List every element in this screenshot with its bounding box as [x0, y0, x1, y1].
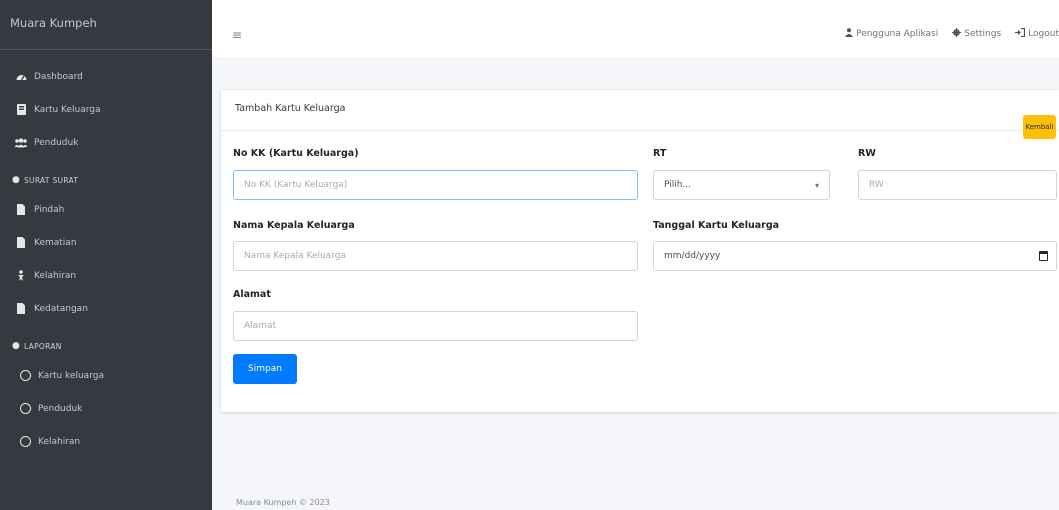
section-header-surat: ● SURAT SURAT [12, 175, 79, 185]
user-icon [845, 28, 854, 40]
section-header-laporan: ● LAPORAN [12, 341, 62, 351]
sidebar-item-laporan-kartu-keluarga[interactable]: Kartu keluarga [0, 359, 212, 392]
alamat-label: Alamat [233, 289, 271, 300]
sidebar-item-label: Kelahiran [34, 270, 77, 281]
topbar-links: Pengguna Aplikasi Settings Logout [845, 27, 1059, 40]
circle-icon [18, 436, 32, 448]
gear-icon [952, 28, 962, 40]
user-link[interactable]: Pengguna Aplikasi [845, 28, 938, 40]
logout-link[interactable]: Logout [1015, 27, 1059, 40]
brand-title[interactable]: Muara Kumpeh [0, 0, 212, 50]
envelope-icon: ● [12, 175, 21, 185]
circle-icon [18, 403, 32, 415]
file-icon [14, 237, 28, 249]
rt-select[interactable]: Pilih... ▾ [653, 170, 830, 200]
alamat-input[interactable]: Alamat [233, 311, 638, 341]
sidebar-item-kematian[interactable]: Kematian [0, 226, 212, 259]
rt-label: RT [653, 148, 667, 159]
circle-icon [18, 370, 32, 382]
save-button[interactable]: Simpan [233, 354, 297, 384]
nama-kepala-keluarga-label: Nama Kepala Keluarga [233, 220, 355, 231]
sidebar-item-label: Kartu Keluarga [34, 104, 101, 115]
sidebar: Muara Kumpeh Dashboard Kartu Keluarga Pe… [0, 0, 212, 510]
sidebar-item-laporan-kelahiran[interactable]: Kelahiran [0, 425, 212, 458]
hamburger-icon[interactable]: ≡ [232, 28, 242, 42]
users-icon [14, 137, 28, 149]
chevron-down-icon: ▾ [814, 181, 819, 190]
nama-kepala-keluarga-input[interactable]: Nama Kepala Keluarga [233, 241, 638, 271]
back-button[interactable]: Kembali [1023, 115, 1056, 139]
sidebar-item-label: Kematian [34, 237, 77, 248]
sidebar-item-label: Kelahiran [38, 436, 81, 447]
sidebar-item-kartu-keluarga[interactable]: Kartu Keluarga [0, 93, 212, 126]
sidebar-item-label: Dashboard [34, 71, 83, 82]
tanggal-kartu-keluarga-input[interactable]: mm/dd/yyyy [653, 241, 1057, 271]
sidebar-item-dashboard[interactable]: Dashboard [0, 60, 212, 93]
baby-icon [14, 270, 28, 282]
sidebar-item-label: Kedatangan [34, 303, 88, 314]
print-icon: ● [12, 341, 21, 351]
calendar-icon[interactable] [1039, 251, 1048, 261]
card-header: Tambah Kartu Keluarga [221, 90, 1059, 131]
sidebar-item-label: Penduduk [38, 403, 83, 414]
sidebar-item-pindah[interactable]: Pindah [0, 193, 212, 226]
rw-label: RW [858, 148, 876, 159]
logout-icon [1015, 27, 1026, 40]
tachometer-icon [14, 71, 28, 83]
topbar: ≡ Pengguna Aplikasi Settings Logout [212, 0, 1059, 57]
file-icon [14, 204, 28, 216]
sidebar-item-label: Kartu keluarga [38, 370, 104, 381]
no-kk-input[interactable]: No KK (Kartu Keluarga) [233, 170, 638, 200]
sidebar-item-label: Pindah [34, 204, 65, 215]
footer-text: Muara Kumpeh © 2023 [236, 498, 330, 507]
sidebar-item-kedatangan[interactable]: Kedatangan [0, 292, 212, 325]
sidebar-item-laporan-penduduk[interactable]: Penduduk [0, 392, 212, 425]
card-title: Tambah Kartu Keluarga [235, 103, 346, 114]
sidebar-item-kelahiran[interactable]: Kelahiran [0, 259, 212, 292]
settings-link[interactable]: Settings [952, 28, 1001, 40]
rw-input[interactable]: RW [858, 170, 1057, 200]
book-icon [14, 104, 28, 116]
sidebar-nav: Dashboard Kartu Keluarga Penduduk ● SURA… [0, 50, 212, 458]
file-icon [14, 303, 28, 315]
no-kk-label: No KK (Kartu Keluarga) [233, 148, 359, 159]
sidebar-item-label: Penduduk [34, 137, 79, 148]
sidebar-item-penduduk[interactable]: Penduduk [0, 126, 212, 159]
tanggal-kartu-keluarga-label: Tanggal Kartu Keluarga [653, 220, 780, 231]
